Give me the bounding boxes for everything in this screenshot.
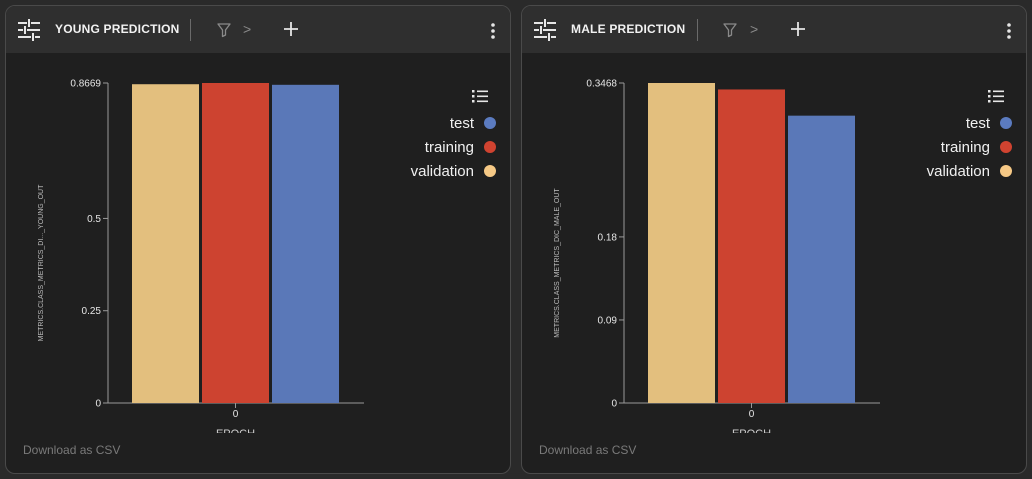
header-divider [190,19,191,41]
legend-swatch [1000,117,1012,129]
bar-training [202,83,269,403]
add-icon[interactable] [789,20,807,38]
legend-label: test [965,114,990,132]
add-icon[interactable] [282,20,300,38]
legend-swatch [484,117,496,129]
legend-label: validation [410,162,474,180]
legend-swatch [1000,141,1012,153]
bar-test [788,115,855,403]
sliders-icon[interactable] [533,18,557,42]
legend-item-validation[interactable]: validation [927,159,1012,183]
legend-list-icon[interactable] [472,88,488,104]
bar-chart: 0 0.25 0.5 0.8669 0 EPOCH METRICS.CLASS_METRIC… [38,79,364,433]
y-tick-label: 0.09 [598,315,618,326]
sliders-icon[interactable] [17,18,41,42]
y-tick-label: 0.25 [82,306,102,317]
y-axis-label: METRICS.CLASS_METRICS_DIC_MALE_OUT [554,188,561,338]
y-tick-label: 0 [95,399,101,410]
legend-swatch [484,141,496,153]
panel-title: YOUNG PREDICTION [55,22,180,36]
more-options-icon[interactable] [1006,22,1012,40]
legend-item-validation[interactable]: validation [411,159,496,183]
legend-item-training[interactable]: training [927,135,1012,159]
legend-label: training [940,138,990,156]
y-tick-label: 0.18 [598,232,618,243]
more-options-icon[interactable] [490,22,496,40]
x-tick-label: 0 [749,409,755,420]
y-tick-label: 0.8669 [70,79,101,90]
panel-header: YOUNG PREDICTION > [6,6,510,53]
bar-chart: 0 0.09 0.18 0.3468 0 EPOCH METRICS.CLASS_METRI… [554,79,880,433]
bar-training [718,89,785,404]
bar-test [272,84,339,403]
filter-icon[interactable] [216,22,232,38]
header-divider [697,19,698,41]
bar-validation [132,84,199,403]
x-axis-label: EPOCH [732,428,771,433]
chart-legend: test training validation [411,111,496,183]
download-csv-link[interactable]: Download as CSV [23,443,120,457]
x-axis-label: EPOCH [216,428,255,433]
legend-swatch [484,165,496,177]
breadcrumb-separator: > [243,21,252,37]
breadcrumb-separator: > [750,21,759,37]
y-tick-label: 0.3468 [586,79,617,90]
y-tick-label: 0.5 [87,214,101,225]
legend-item-training[interactable]: training [411,135,496,159]
filter-icon[interactable] [722,22,738,38]
chart-panel-young: YOUNG PREDICTION > 0 0.25 0.5 0.8669 0 EPOCH M… [5,5,511,474]
legend-label: validation [926,162,990,180]
legend-item-test[interactable]: test [411,111,496,135]
legend-item-test[interactable]: test [927,111,1012,135]
legend-label: test [449,114,474,132]
download-csv-link[interactable]: Download as CSV [539,443,636,457]
chart-panel-male: MALE PREDICTION > 0 0.09 0.18 0.3468 0 EPOCH M… [521,5,1027,474]
y-tick-label: 0 [611,399,617,410]
x-tick-label: 0 [233,409,239,420]
panel-header: MALE PREDICTION > [522,6,1026,53]
chart-legend: test training validation [927,111,1012,183]
bar-validation [648,83,715,403]
y-axis-label: METRICS.CLASS_METRICS_DI..._YOUNG_OUT [38,184,45,341]
panel-title: MALE PREDICTION [571,22,686,36]
legend-swatch [1000,165,1012,177]
legend-list-icon[interactable] [988,88,1004,104]
legend-label: training [424,138,474,156]
